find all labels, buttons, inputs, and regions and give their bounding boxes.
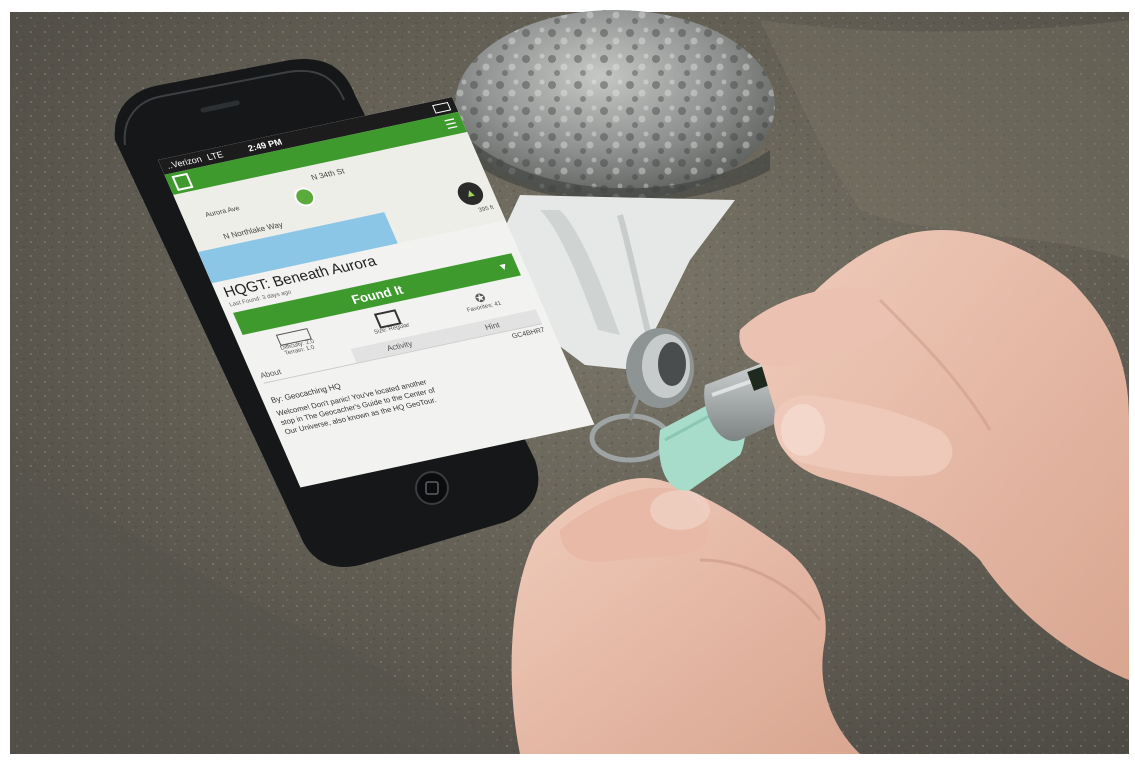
map-street-1: N 34th St — [309, 166, 346, 183]
distance-label: 395 ft — [477, 204, 495, 214]
fake-rock-container — [455, 10, 775, 203]
container-cap — [626, 328, 694, 408]
menu-icon[interactable]: ☰ — [442, 116, 460, 133]
favorites-box: ✪ Favorites: 41 — [461, 288, 505, 317]
photo-scene: ..Verizon LTE 2:49 PM ☰ N 34th St N Nort… — [0, 0, 1135, 760]
cache-marker-icon[interactable] — [290, 185, 319, 209]
map-grid-icon[interactable] — [171, 172, 194, 191]
found-it-label: Found It — [348, 281, 406, 307]
network-label: LTE — [205, 149, 225, 163]
difficulty-terrain: Difficulty: 2.0 Terrain: 1.0 — [275, 328, 318, 357]
size-box: Size: Regular — [367, 308, 412, 338]
dropdown-chevron-icon[interactable]: ▼ — [496, 261, 510, 273]
compass-icon[interactable]: ▲ — [453, 180, 487, 208]
map-street-3: Aurora Ave — [204, 205, 241, 219]
battery-icon — [431, 101, 452, 114]
